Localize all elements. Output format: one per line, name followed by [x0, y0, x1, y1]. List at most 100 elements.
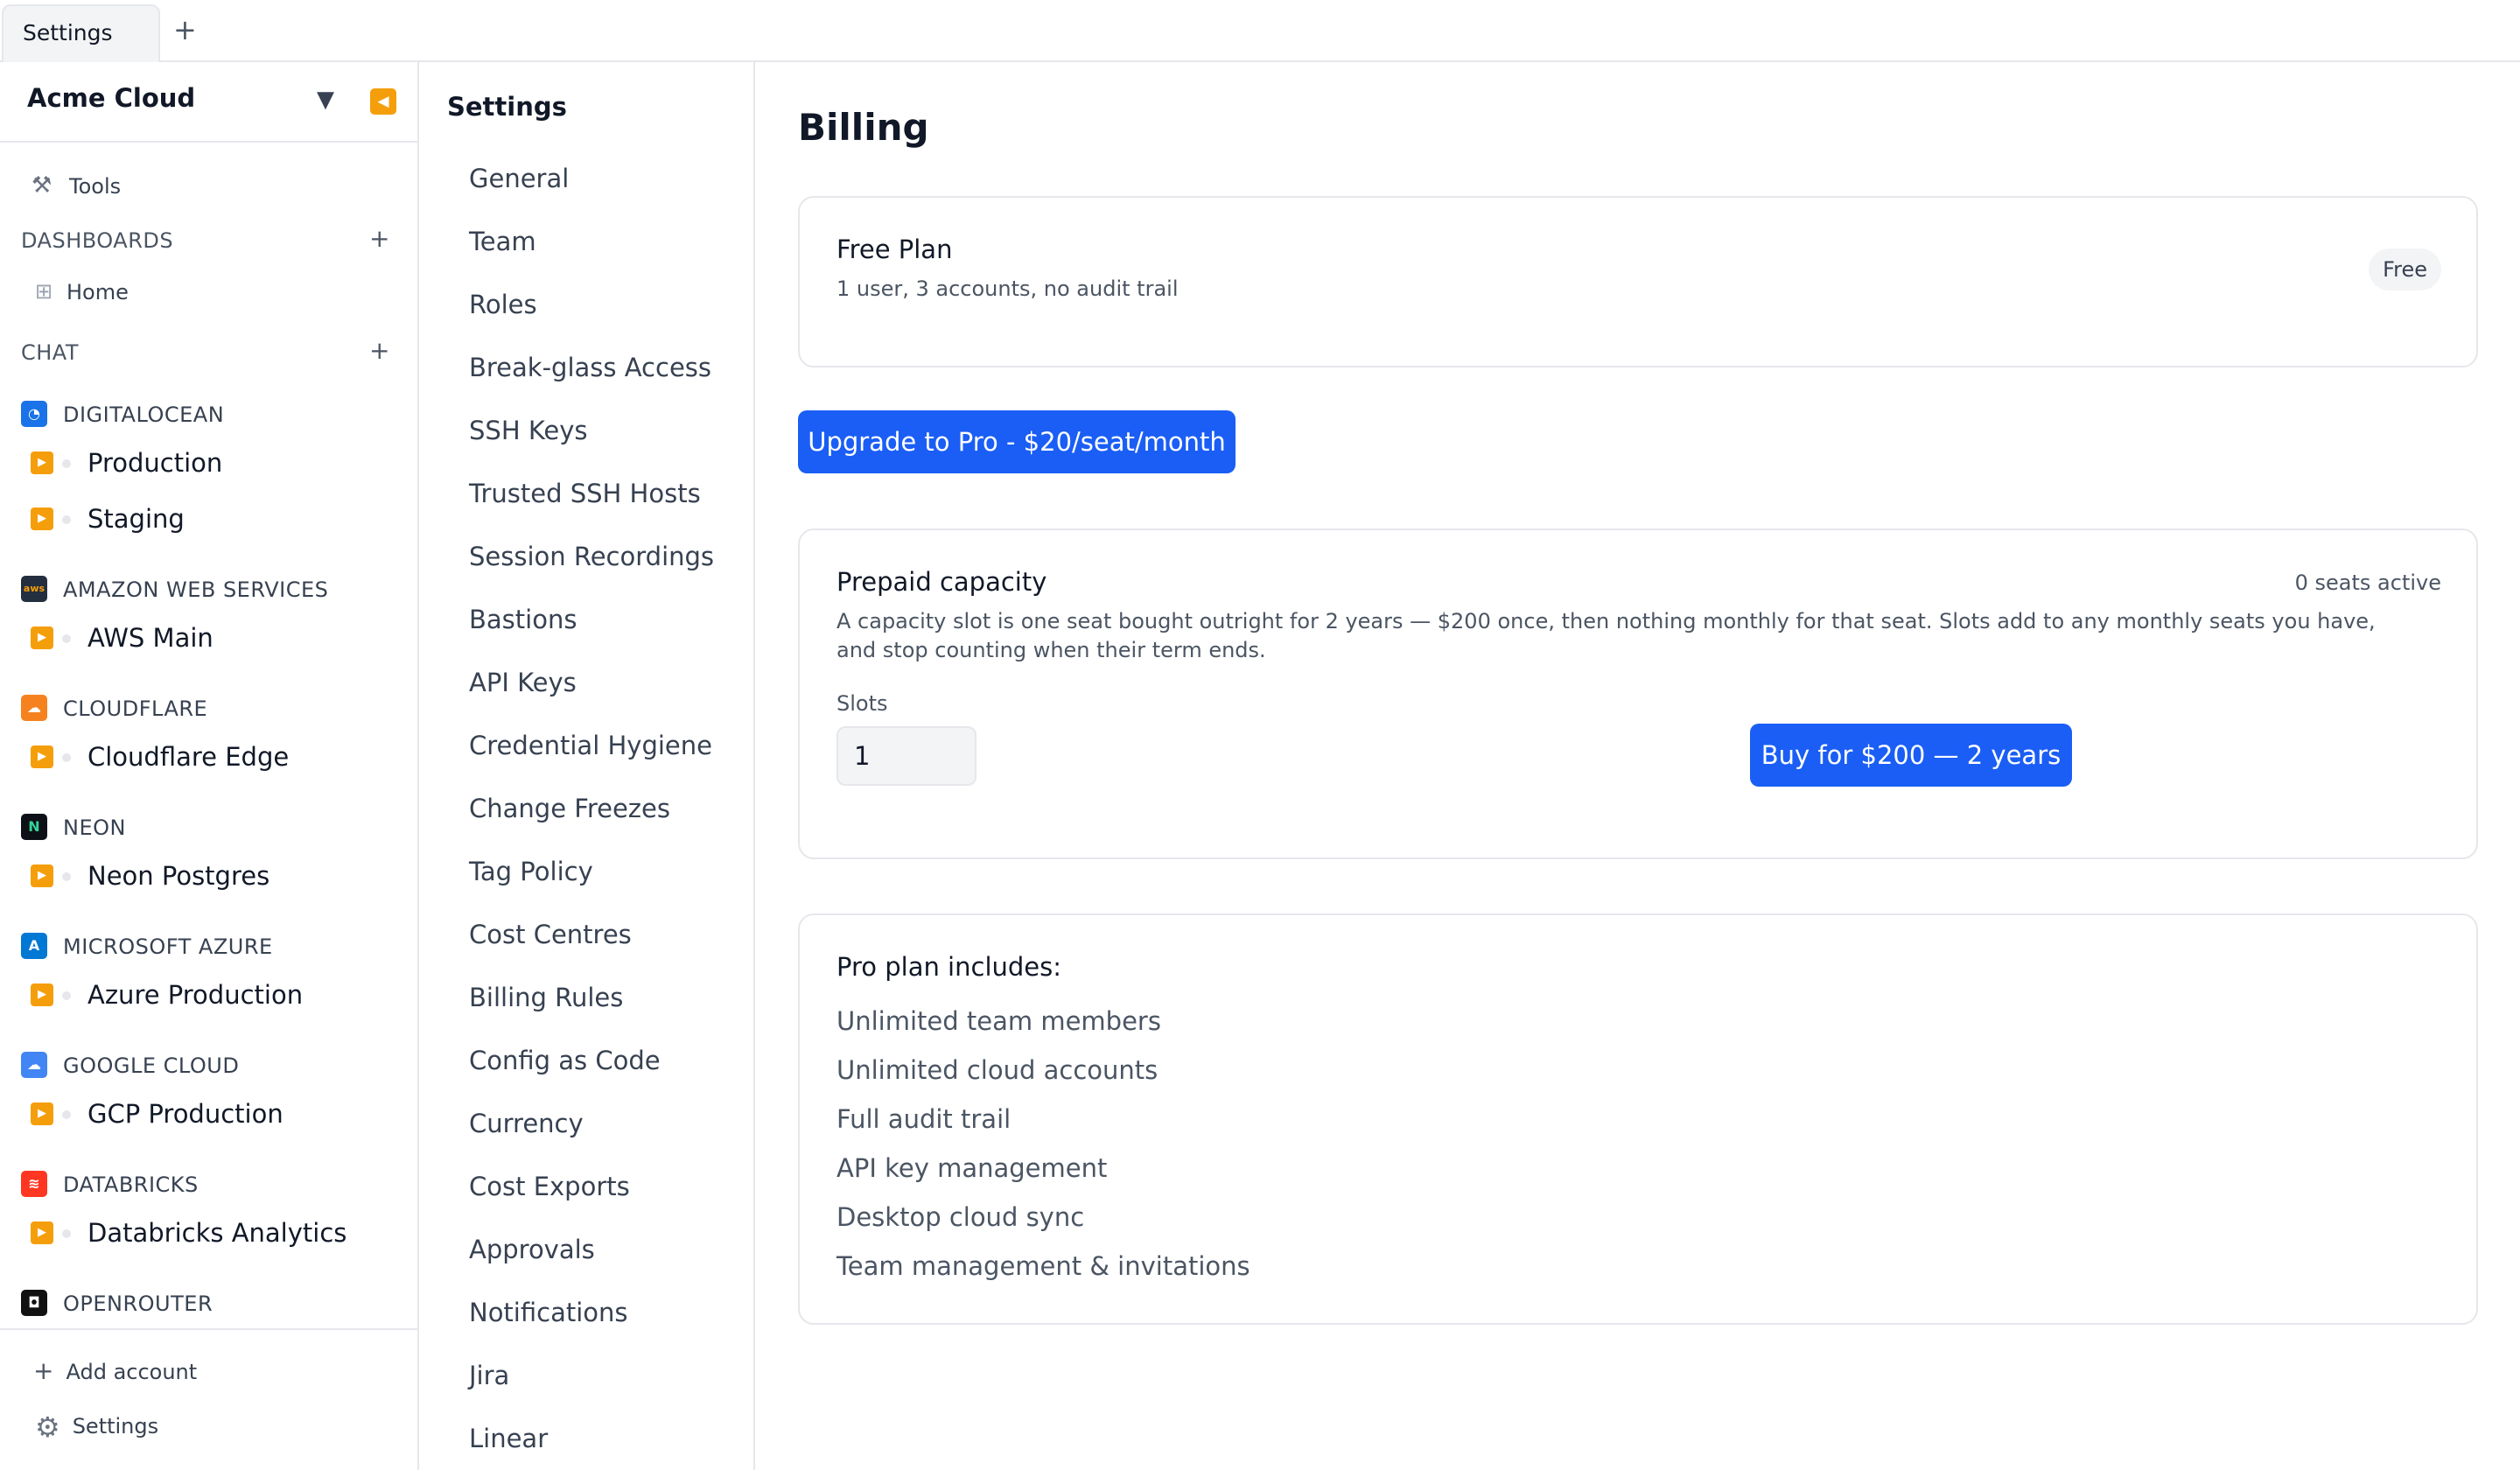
settings-nav-bastions[interactable]: Bastions — [469, 605, 577, 634]
account-label: Azure Production — [88, 980, 304, 1010]
settings-nav-roles[interactable]: Roles — [469, 290, 537, 319]
status-dot — [62, 634, 71, 643]
billing-panel: Billing Free Plan 1 user, 3 accounts, no… — [755, 62, 2520, 1470]
add-chat-button[interactable]: + — [369, 336, 389, 365]
sidebar-item-home[interactable]: ⊞ Home — [0, 273, 417, 312]
provider-label: OPENROUTER — [63, 1292, 214, 1316]
settings-nav-currency[interactable]: Currency — [469, 1109, 584, 1138]
settings-nav-tag-policy[interactable]: Tag Policy — [469, 857, 593, 886]
settings-nav-session-recordings[interactable]: Session Recordings — [469, 542, 714, 571]
sidebar-footer: + Add account ⚙ Settings — [0, 1328, 417, 1470]
plan-badge: Free — [2369, 248, 2441, 290]
pro-features-title: Pro plan includes: — [836, 952, 1062, 982]
settings-nav-config-as-code[interactable]: Config as Code — [469, 1046, 661, 1075]
account-item-cloudflare-edge[interactable]: ▶ Cloudflare Edge — [0, 732, 417, 781]
settings-nav-change-freezes[interactable]: Change Freezes — [469, 794, 670, 823]
settings-nav-credential-hygiene[interactable]: Credential Hygiene — [469, 731, 712, 760]
provider-azure: A MICROSOFT AZURE — [0, 927, 417, 965]
settings-nav-trusted-ssh-hosts[interactable]: Trusted SSH Hosts — [469, 479, 701, 508]
settings-nav-cost-centres[interactable]: Cost Centres — [469, 920, 632, 949]
sidebar-header: Acme Cloud ▼ ◀ — [0, 62, 417, 143]
provider-digitalocean: ◔ DIGITALOCEAN — [0, 395, 417, 433]
provider-google-cloud: ☁ GOOGLE CLOUD — [0, 1046, 417, 1084]
provider-label: GOOGLE CLOUD — [63, 1054, 240, 1078]
slots-label: Slots — [836, 691, 888, 716]
sidebar-item-label: Tools — [69, 174, 122, 199]
account-item-databricks-analytics[interactable]: ▶ Databricks Analytics — [0, 1208, 417, 1257]
openrouter-icon: ◘ — [21, 1290, 47, 1316]
settings-nav-team[interactable]: Team — [469, 227, 536, 256]
provider-label: DIGITALOCEAN — [63, 402, 225, 427]
add-account-label: Add account — [66, 1360, 198, 1384]
account-label: Cloudflare Edge — [88, 742, 290, 772]
provider-neon: N NEON — [0, 808, 417, 846]
tab-settings[interactable]: Settings — [2, 4, 160, 62]
account-item-staging[interactable]: ▶ Staging — [0, 494, 417, 543]
settings-nav-notifications[interactable]: Notifications — [469, 1298, 628, 1327]
plus-icon: + — [33, 1356, 54, 1385]
page-title: Billing — [798, 106, 929, 149]
section-label: DASHBOARDS — [21, 228, 174, 253]
terminal-icon: ▶ — [31, 864, 53, 887]
aws-icon: aws — [21, 576, 47, 602]
terminal-icon: ▶ — [31, 1102, 53, 1125]
settings-nav-jira[interactable]: Jira — [469, 1361, 509, 1390]
prepaid-capacity-card: Prepaid capacity 0 seats active A capaci… — [798, 528, 2478, 859]
terminal-icon: ▶ — [31, 508, 53, 530]
account-item-aws-main[interactable]: ▶ AWS Main — [0, 613, 417, 662]
plan-name: Free Plan — [836, 234, 953, 264]
settings-nav-api-keys[interactable]: API Keys — [469, 668, 577, 697]
new-tab-button[interactable]: + — [173, 12, 197, 47]
settings-nav-ssh-keys[interactable]: SSH Keys — [469, 416, 588, 445]
provider-label: CLOUDFLARE — [63, 696, 208, 721]
databricks-icon: ≋ — [21, 1171, 47, 1197]
status-dot — [62, 753, 71, 762]
account-item-neon-postgres[interactable]: ▶ Neon Postgres — [0, 851, 417, 900]
settings-nav-cost-exports[interactable]: Cost Exports — [469, 1172, 630, 1201]
plan-description: 1 user, 3 accounts, no audit trail — [836, 276, 1179, 301]
status-dot — [62, 1229, 71, 1238]
chevron-down-icon[interactable]: ▼ — [317, 87, 334, 113]
account-label: AWS Main — [88, 623, 214, 653]
account-item-production[interactable]: ▶ Production — [0, 438, 417, 487]
account-label: Databricks Analytics — [88, 1218, 347, 1248]
terminal-icon: ▶ — [31, 1222, 53, 1244]
collapse-sidebar-icon[interactable]: ◀ — [370, 88, 396, 115]
settings-nav-general[interactable]: General — [469, 164, 569, 193]
status-dot — [62, 515, 71, 524]
account-label: Production — [88, 448, 223, 478]
azure-icon: A — [21, 933, 47, 959]
google-cloud-icon: ☁ — [21, 1052, 47, 1078]
settings-nav-break-glass-access[interactable]: Break-glass Access — [469, 353, 711, 382]
add-account-button[interactable]: + Add account — [33, 1356, 197, 1385]
grid-icon: ⊞ — [35, 279, 53, 304]
account-item-azure-production[interactable]: ▶ Azure Production — [0, 970, 417, 1019]
slots-input[interactable] — [836, 726, 976, 786]
provider-label: NEON — [63, 816, 126, 840]
chat-section: CHAT + — [0, 336, 417, 371]
settings-nav-billing-rules[interactable]: Billing Rules — [469, 983, 623, 1012]
upgrade-button[interactable]: Upgrade to Pro - $20/seat/month — [798, 410, 1236, 473]
add-dashboard-button[interactable]: + — [369, 224, 389, 253]
terminal-icon: ▶ — [31, 746, 53, 768]
settings-nav-approvals[interactable]: Approvals — [469, 1235, 595, 1264]
settings-nav-title: Settings — [447, 92, 567, 122]
buy-capacity-button[interactable]: Buy for $200 — 2 years — [1750, 724, 2072, 787]
gear-icon: ⚙ — [35, 1410, 60, 1444]
settings-nav-linear[interactable]: Linear — [469, 1424, 548, 1453]
workspace-title[interactable]: Acme Cloud — [27, 83, 195, 113]
feature-item: Team management & invitations — [836, 1251, 1250, 1281]
section-label: CHAT — [21, 340, 80, 365]
terminal-icon: ▶ — [31, 452, 53, 474]
terminal-icon: ▶ — [31, 984, 53, 1006]
provider-label: AMAZON WEB SERVICES — [63, 578, 329, 602]
settings-link[interactable]: ⚙ Settings — [35, 1410, 158, 1444]
account-item-gcp-production[interactable]: ▶ GCP Production — [0, 1089, 417, 1138]
sidebar-item-tools[interactable]: ⚒ Tools — [0, 165, 417, 207]
neon-icon: N — [21, 814, 47, 840]
settings-label: Settings — [72, 1414, 159, 1438]
wrench-icon: ⚒ — [32, 172, 52, 199]
capacity-description: A capacity slot is one seat bought outri… — [836, 609, 2376, 662]
feature-item: Unlimited cloud accounts — [836, 1055, 1158, 1085]
account-label: Staging — [88, 504, 185, 534]
